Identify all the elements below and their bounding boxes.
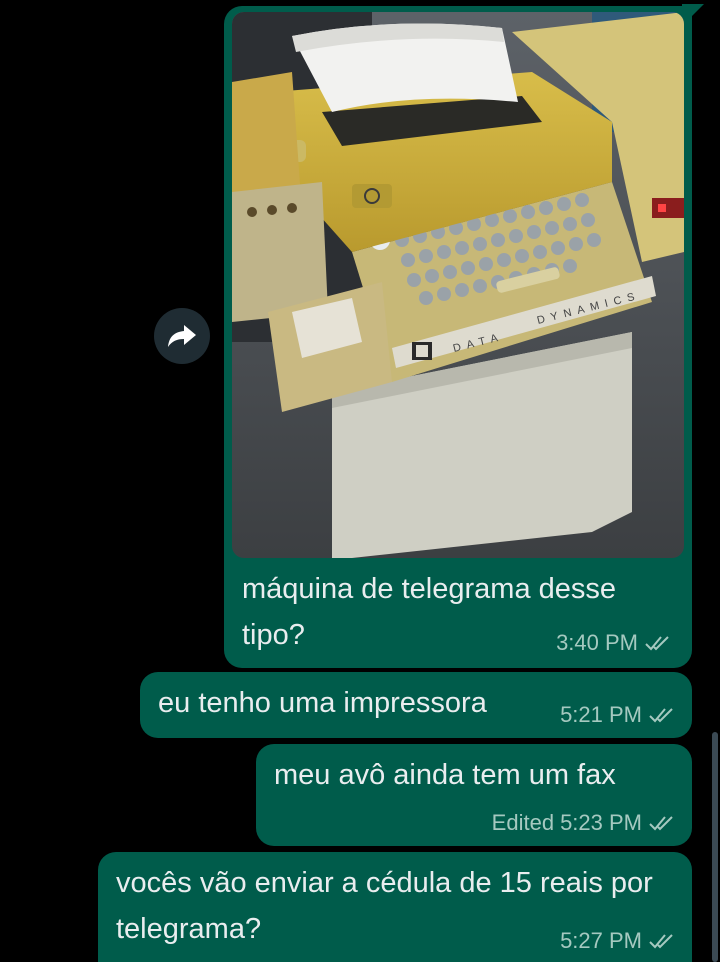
- message-time: 3:40 PM: [556, 630, 638, 655]
- double-check-icon: [645, 636, 669, 651]
- message-meta: 5:21 PM: [560, 702, 676, 728]
- message-text: meu avô ainda tem um fax: [274, 759, 616, 791]
- message-bubble[interactable]: vocês vão enviar a cédula de 15 reais po…: [98, 852, 692, 962]
- message-time: 5:27 PM: [560, 928, 642, 953]
- message-bubble[interactable]: meu avô ainda tem um fax Edited 5:23 PM: [256, 744, 692, 846]
- message-meta: Edited 5:23 PM: [492, 810, 676, 836]
- message-bubble[interactable]: eu tenho uma impressora 5:21 PM: [140, 672, 692, 738]
- message-photo[interactable]: DATA DYNAMICS: [232, 12, 684, 558]
- message-edited: Edited: [491, 810, 555, 835]
- message-text: eu tenho uma impressora: [158, 687, 487, 719]
- double-check-icon: [649, 708, 673, 723]
- forward-button[interactable]: [154, 308, 210, 364]
- message-meta: 5:27 PM: [560, 928, 676, 954]
- forward-icon: [168, 325, 196, 347]
- double-check-icon: [649, 934, 673, 949]
- message-time: 5:23 PM: [560, 810, 642, 835]
- teletype-machine-image: DATA DYNAMICS: [232, 12, 684, 558]
- message-time: 5:21 PM: [560, 702, 642, 727]
- scrollbar-thumb[interactable]: [712, 732, 718, 962]
- double-check-icon: [649, 816, 673, 831]
- message-meta: 3:40 PM: [550, 630, 672, 656]
- bubble-tail: [682, 4, 704, 26]
